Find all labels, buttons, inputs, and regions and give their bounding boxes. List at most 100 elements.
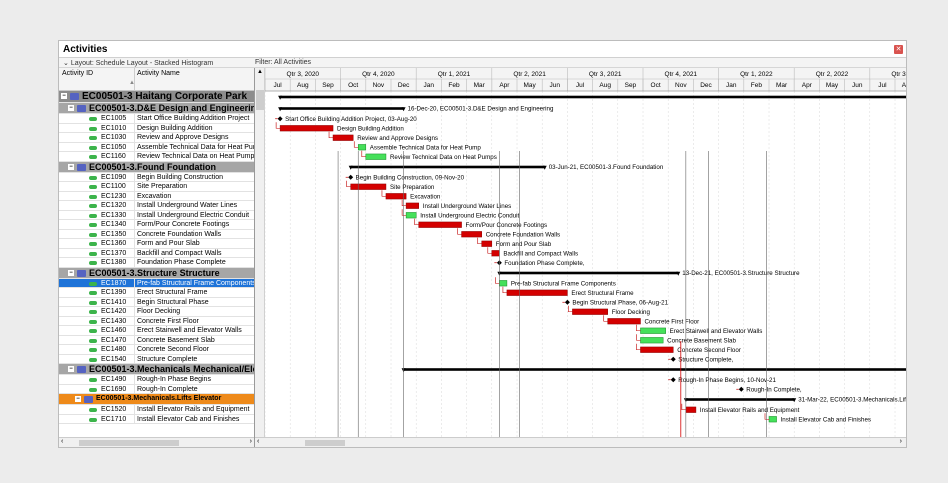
month-label: Aug	[599, 82, 611, 89]
activity-icon	[89, 310, 97, 314]
activity-row[interactable]: EC1490 Rough-In Phase Begins	[59, 375, 254, 385]
activity-icon	[89, 126, 97, 131]
critical-activity-bar	[405, 202, 419, 209]
critical-activity-bar	[506, 289, 568, 296]
scroll-thumb-vertical[interactable]	[256, 90, 264, 110]
column-activity-name[interactable]: Activity Name	[137, 70, 180, 77]
collapse-icon[interactable]: −	[68, 163, 74, 170]
collapse-icon[interactable]: −	[68, 366, 74, 372]
bar-label: Form and Pour Slab	[496, 241, 552, 248]
activity-row[interactable]: EC1520 Install Elevator Rails and Equipme…	[59, 405, 254, 415]
activity-row[interactable]: EC1870 Pre-fab Structural Frame Component…	[59, 278, 254, 288]
wbs-group-label: EC00501-3 Haitang Corporate Park	[82, 91, 247, 102]
milestone-diamond	[564, 299, 570, 305]
activity-row[interactable]: EC1460 Erect Stairwell and Elevator Walls	[59, 326, 254, 336]
activity-icon	[89, 408, 97, 412]
activity-row[interactable]: EC1410 Begin Structural Phase	[59, 297, 254, 307]
gantt-horizontal-scrollbar[interactable]: ‹ ›	[255, 437, 906, 447]
activity-name: Review Technical Data on Heat Pumps	[137, 153, 254, 160]
activity-name: Site Preparation	[137, 183, 188, 190]
activity-row[interactable]: EC1420 Floor Decking	[59, 307, 254, 317]
activity-row[interactable]: EC1090 Begin Building Construction	[59, 172, 254, 182]
activity-name: Start Office Building Addition Project	[137, 115, 250, 122]
left-horizontal-scrollbar[interactable]: ‹ ›	[59, 437, 254, 447]
scroll-thumb-horizontal[interactable]	[305, 440, 345, 446]
scroll-right-icon[interactable]: ›	[900, 438, 902, 445]
activity-row[interactable]: EC1160 Review Technical Data on Heat Pump…	[59, 152, 254, 162]
activity-row[interactable]: EC1340 Form/Pour Concrete Footings	[59, 220, 254, 230]
activity-bar	[499, 280, 508, 287]
activity-icon	[89, 387, 97, 392]
bar-label: Pre-fab Structural Frame Components	[511, 280, 616, 287]
activity-name: Backfill and Compact Walls	[137, 249, 222, 257]
activity-row[interactable]: EC1370 Backfill and Compact Walls	[59, 248, 254, 258]
wbs-group-row[interactable]: − EC00501-3.D&E Design and Engineering	[59, 103, 254, 114]
column-divider	[134, 248, 135, 258]
bar-label: Erect Structural Frame	[571, 290, 634, 297]
month-label: Jul	[576, 82, 585, 89]
activity-id: EC1030	[101, 134, 127, 141]
activity-bar	[357, 144, 367, 151]
critical-activity-bar	[332, 134, 354, 141]
activity-row[interactable]: EC1005 Start Office Building Addition Pro…	[59, 114, 254, 124]
summary-bar	[280, 95, 906, 99]
activity-name: Install Underground Electric Conduit	[137, 211, 250, 219]
activity-row[interactable]: EC1470 Concrete Basement Slab	[59, 335, 254, 345]
dependency-link	[636, 343, 641, 351]
column-divider	[134, 210, 135, 220]
activity-row[interactable]: EC1030 Review and Approve Designs	[59, 133, 254, 143]
column-divider[interactable]	[134, 68, 135, 91]
activity-row[interactable]: EC1320 Install Underground Water Lines	[59, 201, 254, 211]
collapse-icon[interactable]: −	[68, 105, 74, 111]
wbs-group-row[interactable]: − EC00501-3 Haitang Corporate Park	[59, 91, 254, 103]
activity-row[interactable]: EC1350 Concrete Foundation Walls	[59, 229, 254, 239]
column-divider	[134, 414, 135, 424]
wbs-group-label: EC00501-3.Mechanicals Mechanical/Elec	[89, 364, 254, 374]
column-activity-id[interactable]: Activity ID	[62, 70, 93, 77]
activity-row[interactable]: EC1050 Assemble Technical Data for Heat P…	[59, 142, 254, 152]
activity-row[interactable]: EC1360 Form and Pour Slab	[59, 239, 254, 249]
activity-row[interactable]: EC1430 Concrete First Floor	[59, 316, 254, 326]
collapse-icon[interactable]: −	[61, 93, 67, 99]
scroll-thumb[interactable]	[79, 440, 179, 446]
activity-row[interactable]: EC1330 Install Underground Electric Condu…	[59, 210, 254, 220]
activity-row[interactable]: EC1230 Excavation	[59, 191, 254, 201]
collapse-icon[interactable]: −	[68, 269, 74, 276]
dependency-link	[477, 237, 482, 245]
scroll-right-icon[interactable]: ›	[250, 438, 252, 445]
wbs-group-row[interactable]: − EC00501-3.Found Foundation	[59, 161, 254, 173]
activity-row[interactable]: EC1390 Erect Structural Frame	[59, 288, 254, 298]
bar-label: Erect Stairwell and Elevator Walls	[670, 328, 763, 335]
activity-row[interactable]: EC1710 Install Elevator Cab and Finishes	[59, 414, 254, 424]
close-icon[interactable]: ✕	[894, 45, 903, 54]
wbs-group-row[interactable]: − EC00501-3.Mechanicals Mechanical/Elec	[59, 364, 254, 375]
collapse-icon[interactable]: −	[75, 396, 81, 402]
quarter-label: Qtr 3, 2022	[891, 71, 906, 78]
scroll-up-icon[interactable]: ▲	[257, 69, 263, 75]
activity-row[interactable]: EC1540 Structure Complete	[59, 354, 254, 364]
vertical-scrollbar[interactable]: ▲	[255, 68, 265, 437]
layout-selector[interactable]: ⌄ Layout: Schedule Layout - Stacked Hist…	[63, 59, 213, 67]
bar-label: 16-Dec-20, EC00501-3.D&E Design and Engi…	[408, 106, 554, 113]
column-divider	[134, 133, 135, 142]
wbs-folder-icon	[70, 93, 79, 100]
dependency-link	[681, 403, 686, 411]
wbs-group-row[interactable]: − EC00501-3.Mechanicals.Lifts Elevator	[59, 394, 254, 405]
dependency-link	[487, 247, 492, 254]
activity-row[interactable]: EC1100 Site Preparation	[59, 182, 254, 192]
activity-row[interactable]: EC1380 Foundation Phase Complete	[59, 258, 254, 268]
wbs-group-row[interactable]: − EC00501-3.Structure Structure	[59, 267, 254, 279]
activity-row[interactable]: EC1010 Design Building Addition	[59, 123, 254, 133]
activity-name: Begin Structural Phase	[137, 298, 209, 306]
activity-row[interactable]: EC1690 Rough-In Complete	[59, 384, 254, 394]
scroll-left-icon[interactable]: ‹	[257, 438, 259, 445]
summary-bar	[280, 107, 404, 110]
activity-row[interactable]: EC1480 Concrete Second Floor	[59, 345, 254, 355]
bar-label: Structure Complete,	[678, 356, 733, 363]
month-label: May	[523, 82, 536, 89]
month-label: Jun	[852, 82, 863, 89]
wbs-code: EC00501-3.Mechanicals.Lifts	[96, 395, 192, 402]
scroll-left-icon[interactable]: ‹	[61, 438, 63, 445]
column-divider	[134, 182, 135, 191]
summary-bar	[350, 165, 545, 169]
